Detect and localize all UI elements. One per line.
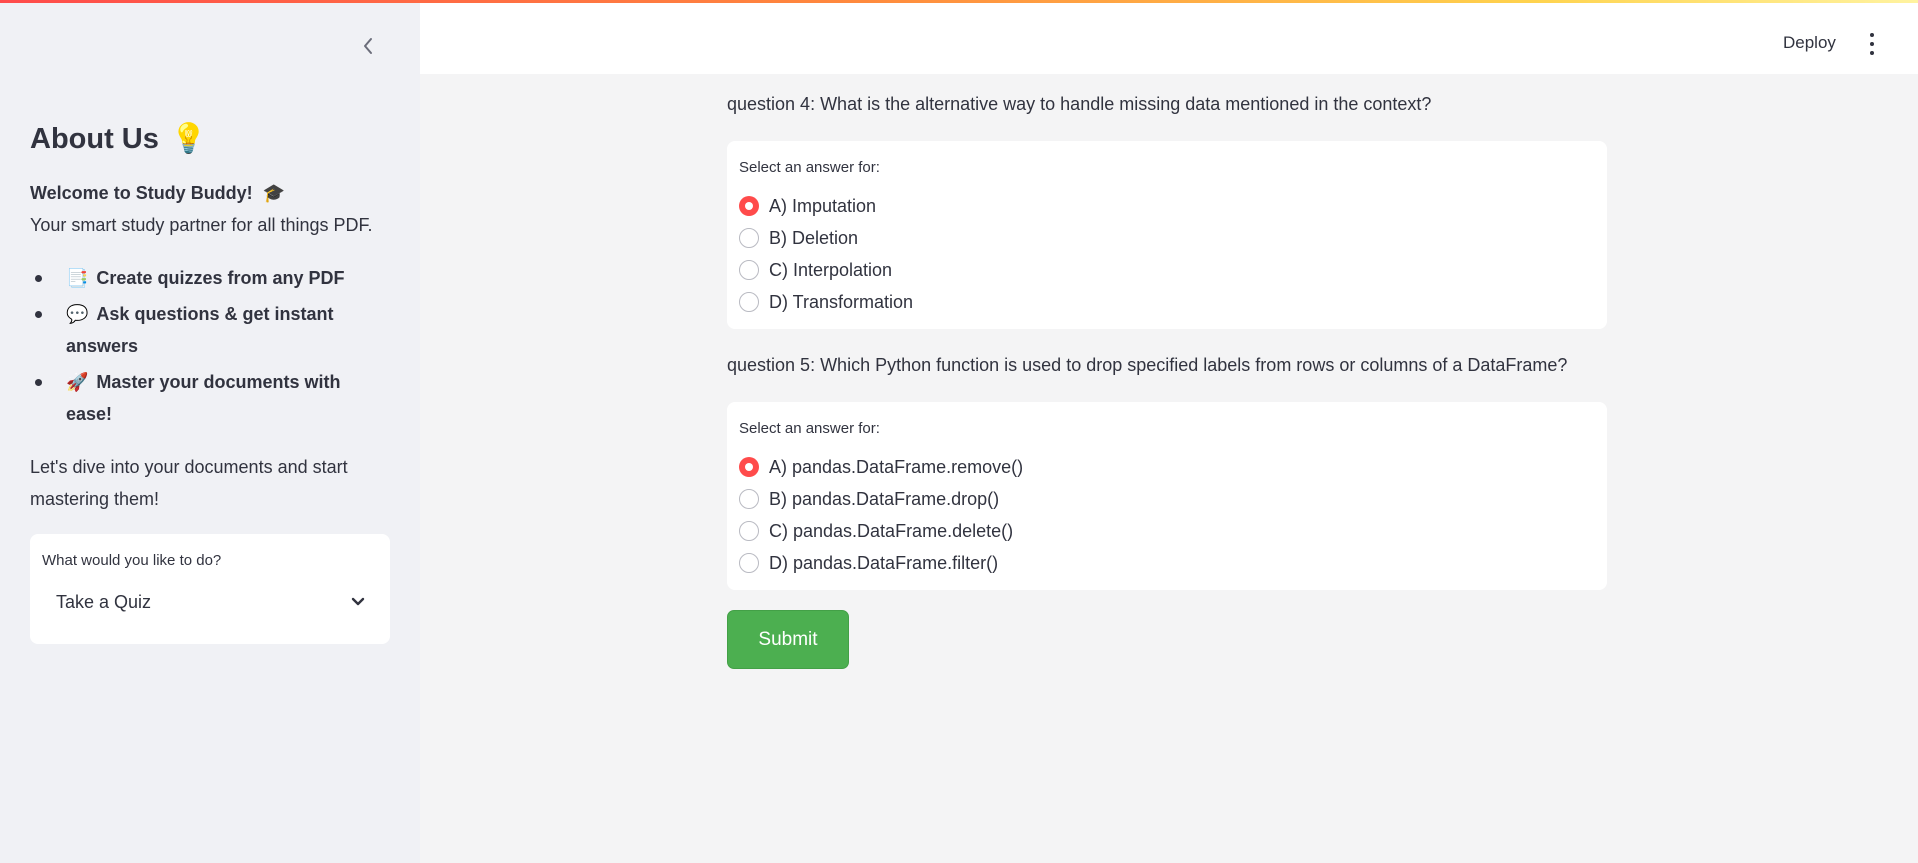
radio-button[interactable] — [739, 553, 759, 573]
feature-text: Ask questions & get instant answers — [66, 304, 334, 356]
tagline: Your smart study partner for all things … — [30, 215, 373, 235]
radio-button-selected[interactable] — [739, 457, 759, 477]
action-select-label: What would you like to do? — [42, 552, 222, 569]
chevron-down-icon — [351, 597, 365, 606]
action-select-card: What would you like to do? Take a Quiz — [30, 534, 390, 644]
radio-option-label: C) Interpolation — [769, 259, 893, 280]
feature-list: 📑 Create quizzes from any PDF 💬 Ask questi… — [30, 262, 390, 434]
radio-option-label: C) pandas.DataFrame.delete() — [769, 520, 1014, 541]
radio-option-label: A) pandas.DataFrame.remove() — [769, 456, 1024, 477]
radio-button[interactable] — [739, 521, 759, 541]
feature-text: Create quizzes from any PDF — [96, 268, 345, 288]
answer-prompt: Select an answer for: — [739, 420, 880, 437]
closing-text: Let's dive into your documents and start… — [30, 457, 348, 509]
radio-option-label: B) Deletion — [769, 227, 859, 248]
kebab-menu-icon — [1870, 33, 1874, 37]
speech-bubble-icon: 💬 — [66, 304, 89, 324]
radio-option-label: D) pandas.DataFrame.filter() — [769, 552, 999, 573]
sidebar-title: About Us 💡 — [30, 122, 207, 156]
radio-option[interactable]: D) Transformation — [739, 286, 913, 318]
lightbulb-icon: 💡 — [170, 123, 207, 155]
radio-option[interactable]: D) pandas.DataFrame.filter() — [739, 547, 1023, 579]
radio-button[interactable] — [739, 489, 759, 509]
sidebar-title-text: About Us — [30, 122, 159, 155]
feature-text: Master your documents with ease! — [66, 372, 341, 424]
radio-option[interactable]: B) pandas.DataFrame.drop() — [739, 483, 1023, 515]
question-4-card: Select an answer for: A) Imputation B) D… — [727, 141, 1607, 329]
question-4-text: question 4: What is the alternative way … — [727, 94, 1432, 114]
radio-option[interactable]: C) pandas.DataFrame.delete() — [739, 515, 1023, 547]
sidebar: About Us 💡 Welcome to Study Buddy! 🎓 You… — [0, 0, 420, 863]
radio-button-selected[interactable] — [739, 196, 759, 216]
chevron-left-icon — [364, 38, 372, 54]
radio-option[interactable]: A) Imputation — [739, 190, 913, 222]
action-select[interactable]: Take a Quiz — [42, 580, 378, 624]
kebab-menu-icon-dot — [1870, 42, 1874, 46]
kebab-menu-icon-dot — [1870, 51, 1874, 55]
bookmark-tabs-icon: 📑 — [66, 268, 89, 288]
main-menu-button[interactable] — [1864, 33, 1880, 55]
app-header — [420, 0, 1918, 74]
question-5-options: A) pandas.DataFrame.remove() B) pandas.D… — [739, 451, 1023, 579]
radio-option[interactable]: A) pandas.DataFrame.remove() — [739, 451, 1023, 483]
radio-button[interactable] — [739, 260, 759, 280]
rocket-icon: 🚀 — [66, 372, 89, 392]
collapse-sidebar-button[interactable] — [356, 34, 380, 58]
graduation-cap-icon: 🎓 — [262, 183, 286, 203]
radio-option[interactable]: B) Deletion — [739, 222, 913, 254]
answer-prompt: Select an answer for: — [739, 159, 880, 176]
welcome-line: Welcome to Study Buddy! 🎓 — [30, 183, 285, 204]
radio-button[interactable] — [739, 228, 759, 248]
radio-option-label: A) Imputation — [769, 195, 877, 216]
question-4-options: A) Imputation B) Deletion C) Interpolati… — [739, 190, 913, 318]
question-5-card: Select an answer for: A) pandas.DataFram… — [727, 402, 1607, 590]
feature-item: 💬 Ask questions & get instant answers — [30, 298, 390, 362]
top-decoration-bar — [0, 0, 1918, 3]
question-5-text: question 5: Which Python function is use… — [727, 355, 1568, 375]
radio-option-label: D) Transformation — [769, 291, 914, 312]
feature-item: 📑 Create quizzes from any PDF — [30, 262, 390, 294]
radio-option[interactable]: C) Interpolation — [739, 254, 913, 286]
submit-button[interactable]: Submit — [727, 610, 849, 669]
action-select-value: Take a Quiz — [56, 591, 152, 612]
radio-button[interactable] — [739, 292, 759, 312]
deploy-button[interactable]: Deploy — [1783, 33, 1836, 53]
feature-item: 🚀 Master your documents with ease! — [30, 366, 390, 430]
welcome-text: Welcome to Study Buddy! — [30, 183, 253, 203]
radio-option-label: B) pandas.DataFrame.drop() — [769, 488, 1000, 509]
